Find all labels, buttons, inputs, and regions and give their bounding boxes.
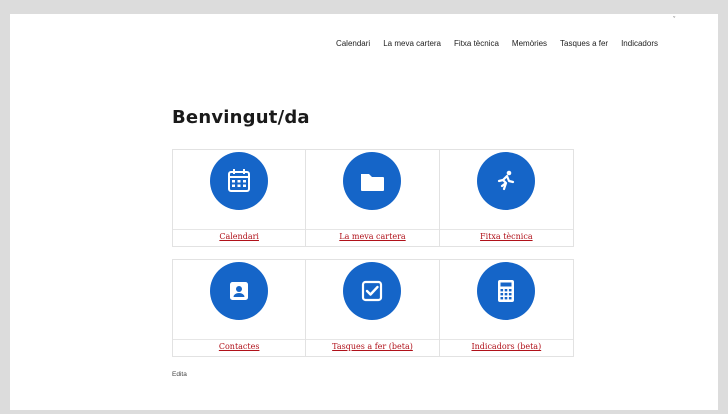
corner-mark: ˇ — [672, 16, 677, 24]
tile-label-contactes[interactable]: Contactes — [173, 342, 305, 351]
contact-card-icon[interactable] — [210, 262, 269, 320]
tile-divider — [439, 229, 573, 230]
tile-divider — [439, 339, 573, 340]
nav-la-meva-cartera[interactable]: La meva cartera — [383, 39, 441, 48]
calculator-icon[interactable] — [477, 262, 536, 320]
tile-divider — [306, 229, 439, 230]
tile-contactes[interactable]: Contactes — [173, 260, 307, 356]
tile-fitxa-tecnica[interactable]: Fitxa tècnica — [439, 150, 573, 246]
runner-icon[interactable] — [477, 152, 536, 210]
tile-label-la-meva-cartera[interactable]: La meva cartera — [306, 232, 438, 241]
tile-la-meva-cartera[interactable]: La meva cartera — [306, 150, 440, 246]
tile-indicadors[interactable]: Indicadors (beta) — [439, 260, 573, 356]
tile-divider — [173, 339, 306, 340]
nav-memories[interactable]: Memòries — [512, 39, 547, 48]
nav-tasques-a-fer[interactable]: Tasques a fer — [560, 39, 608, 48]
nav-fitxa-tecnica[interactable]: Fitxa tècnica — [454, 39, 499, 48]
tile-row-2: Contactes Tasques a fer (beta) Indicador… — [172, 259, 574, 357]
tile-divider — [173, 229, 306, 230]
checkbox-icon[interactable] — [343, 262, 402, 320]
tile-label-tasques-a-fer[interactable]: Tasques a fer (beta) — [306, 342, 438, 351]
tile-calendari[interactable]: Calendari — [173, 150, 307, 246]
tile-divider — [306, 339, 439, 340]
tile-tasques-a-fer[interactable]: Tasques a fer (beta) — [306, 260, 440, 356]
tile-label-fitxa-tecnica[interactable]: Fitxa tècnica — [440, 232, 573, 241]
nav-calendari[interactable]: Calendari — [336, 39, 370, 48]
calendar-icon[interactable] — [210, 152, 269, 210]
top-nav: Calendari La meva cartera Fitxa tècnica … — [336, 39, 658, 48]
nav-indicadors[interactable]: Indicadors — [621, 39, 658, 48]
tile-label-indicadors[interactable]: Indicadors (beta) — [440, 342, 573, 351]
tile-label-calendari[interactable]: Calendari — [173, 232, 305, 241]
page-title: Benvingut/da — [172, 107, 310, 128]
edit-link[interactable]: Edita — [172, 371, 187, 378]
tile-row-1: Calendari La meva cartera Fitxa tècnica — [172, 149, 574, 247]
folder-icon[interactable] — [343, 152, 402, 210]
page-frame: ˇ Calendari La meva cartera Fitxa tècnic… — [10, 14, 718, 410]
